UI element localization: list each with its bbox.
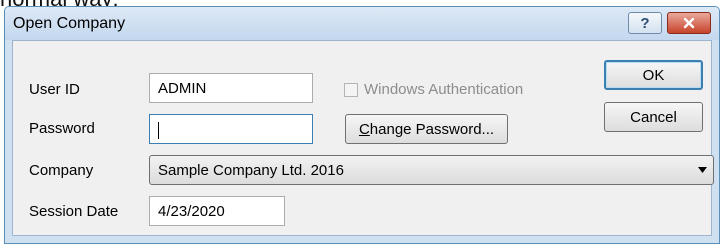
open-company-dialog: Open Company ? User ID ADMIN Windows Aut… (4, 6, 720, 244)
company-select[interactable]: Sample Company Ltd. 2016 (149, 155, 714, 185)
close-button[interactable] (667, 12, 711, 34)
windows-authentication-checkbox[interactable] (344, 82, 358, 97)
company-select-value: Sample Company Ltd. 2016 (158, 162, 344, 179)
titlebar[interactable]: Open Company ? (5, 7, 719, 40)
company-label: Company (29, 162, 94, 179)
change-password-button[interactable]: Change Password... (345, 114, 508, 144)
window-title: Open Company (13, 15, 126, 32)
windows-authentication-label: Windows Authentication (364, 81, 524, 98)
user-id-input[interactable]: ADMIN (149, 73, 313, 103)
dialog-body: User ID ADMIN Windows Authentication Pas… (12, 40, 714, 236)
cancel-button[interactable]: Cancel (604, 102, 703, 132)
text-caret (158, 121, 159, 139)
password-label: Password (29, 120, 95, 137)
user-id-label: User ID (29, 81, 80, 98)
password-input[interactable] (149, 114, 313, 144)
session-date-label: Session Date (29, 203, 119, 220)
change-password-label: Change Password... (358, 120, 495, 138)
help-button[interactable]: ? (628, 12, 662, 34)
windows-authentication-option[interactable]: Windows Authentication (344, 81, 523, 98)
question-mark-icon: ? (640, 14, 650, 32)
close-icon (683, 17, 695, 29)
ok-button[interactable]: OK (604, 60, 703, 90)
session-date-input[interactable]: 4/23/2020 (149, 196, 285, 226)
chevron-down-icon (698, 167, 707, 173)
